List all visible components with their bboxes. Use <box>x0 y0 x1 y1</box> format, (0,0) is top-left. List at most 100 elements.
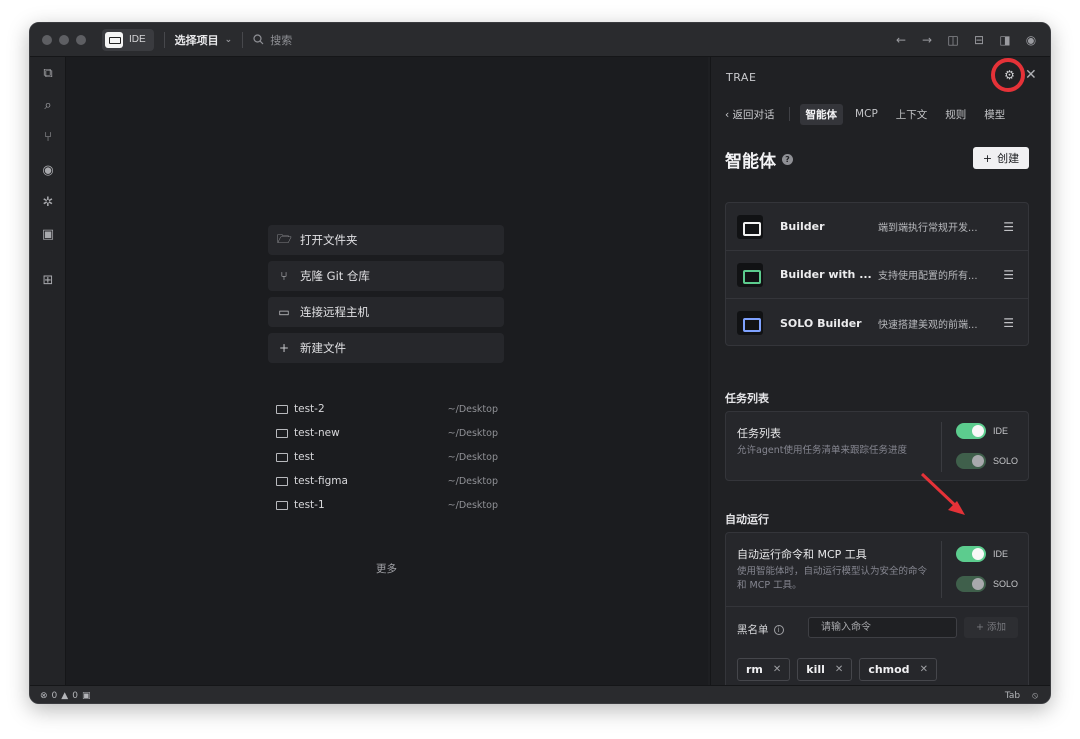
folder-icon <box>276 500 288 510</box>
more-projects-link[interactable]: 更多 <box>376 561 397 576</box>
recent-project[interactable]: test-1 ~/Desktop <box>276 499 498 511</box>
explorer-icon[interactable]: ⧉ <box>39 65 57 83</box>
project-selector[interactable]: 选择项目 ⌄ <box>175 32 233 48</box>
back-label: 返回对话 <box>732 108 775 121</box>
recent-project-name: test-1 <box>294 499 325 511</box>
close-window-button[interactable] <box>42 34 52 45</box>
chevron-down-icon: ⌄ <box>224 34 233 45</box>
open-folder-label: 打开文件夹 <box>300 233 358 247</box>
mode-switch-ide[interactable]: IDE <box>102 28 154 51</box>
new-file-button[interactable]: + 新建文件 <box>268 333 504 363</box>
agent-item[interactable]: SOLO Builder 快速搭建美观的前端... ☰ <box>726 299 1028 347</box>
recent-project[interactable]: test-new ~/Desktop <box>276 427 498 439</box>
recent-project[interactable]: test ~/Desktop <box>276 451 498 463</box>
remote-terminal-icon: ▭ <box>278 305 290 319</box>
folder-icon <box>276 404 288 414</box>
tasklist-ide-toggle[interactable] <box>956 423 986 439</box>
activity-bar: ⧉ ⌕ ⑂ ◉ ✲ ▣ ⊞ <box>30 57 66 685</box>
tab-mcp[interactable]: MCP <box>849 105 884 123</box>
blacklist-row: 黑名单 i 请输入命令 + 添加 rm ✕ kill ✕ chmod ✕ <box>726 606 1028 691</box>
gear-icon[interactable]: ⚙ <box>1003 69 1016 82</box>
forward-arrow-icon[interactable]: → <box>920 33 934 47</box>
back-arrow-icon[interactable]: ← <box>894 33 908 47</box>
search-icon <box>253 34 264 45</box>
search-box[interactable]: 搜索 <box>253 32 292 48</box>
clone-git-label: 克隆 Git 仓库 <box>300 269 370 283</box>
tab-agents[interactable]: 智能体 <box>799 103 844 125</box>
debug-bug-icon[interactable]: ✲ <box>39 194 57 212</box>
preview-eye-icon[interactable]: ◉ <box>39 162 57 180</box>
minimize-window-button[interactable] <box>59 34 69 45</box>
close-icon[interactable]: ✕ <box>1025 67 1037 83</box>
toggle-panel-icon[interactable]: ⊟ <box>972 33 986 47</box>
connect-remote-label: 连接远程主机 <box>300 305 369 319</box>
autorun-title: 自动运行命令和 MCP 工具 <box>737 548 867 561</box>
title-divider <box>163 31 165 48</box>
recent-project[interactable]: test-2 ~/Desktop <box>276 403 498 415</box>
tab-rules[interactable]: 规则 <box>939 104 972 125</box>
remove-chip-icon[interactable]: ✕ <box>773 664 781 675</box>
toggle-sidebar-icon[interactable]: ◫ <box>946 33 960 47</box>
source-control-icon[interactable]: ⑂ <box>39 129 57 147</box>
back-to-chat-link[interactable]: ‹ 返回对话 <box>725 107 775 122</box>
list-menu-icon[interactable]: ☰ <box>1003 268 1014 282</box>
connect-remote-button[interactable]: ▭ 连接远程主机 <box>268 297 504 327</box>
create-agent-button[interactable]: + 创建 <box>973 147 1029 169</box>
blacklist-input[interactable]: 请输入命令 <box>808 617 957 638</box>
help-icon[interactable]: ? <box>782 154 793 165</box>
open-folder-button[interactable]: 🗁 打开文件夹 <box>268 225 504 255</box>
title-bar: IDE 选择项目 ⌄ 搜索 ← → ◫ ⊟ ◨ ◉ <box>30 23 1050 57</box>
account-icon[interactable]: ◉ <box>1024 33 1038 47</box>
tab-models[interactable]: 模型 <box>978 104 1011 125</box>
notifications-off-icon[interactable]: ⦸ <box>1032 691 1038 701</box>
git-branch-icon: ⑂ <box>280 269 288 283</box>
tasklist-title: 任务列表 <box>737 427 781 440</box>
remote-explorer-icon[interactable]: ▣ <box>39 226 57 244</box>
recent-project[interactable]: test-figma ~/Desktop <box>276 475 498 487</box>
agents-heading: 智能体 ? <box>725 147 793 172</box>
terminal-icon[interactable]: ▣ <box>82 691 91 701</box>
chip-label: kill <box>806 663 825 676</box>
recent-project-path: ~/Desktop <box>447 451 498 463</box>
mode-label: IDE <box>129 34 146 45</box>
add-blacklist-button[interactable]: + 添加 <box>964 617 1018 638</box>
list-menu-icon[interactable]: ☰ <box>1003 220 1014 234</box>
chip-label: chmod <box>868 663 910 676</box>
blacklist-label-text: 黑名单 <box>737 624 769 636</box>
info-icon[interactable]: i <box>773 624 784 635</box>
clone-git-button[interactable]: ⑂ 克隆 Git 仓库 <box>268 261 504 291</box>
recent-project-path: ~/Desktop <box>447 499 498 511</box>
toggle-label: SOLO <box>993 456 1019 466</box>
recent-project-name: test-figma <box>294 475 348 487</box>
editor-welcome: 🗁 打开文件夹 ⑂ 克隆 Git 仓库 ▭ 连接远程主机 + 新建文件 test… <box>66 57 708 685</box>
folder-icon <box>276 428 288 438</box>
list-menu-icon[interactable]: ☰ <box>1003 316 1014 330</box>
window-controls <box>42 34 86 45</box>
agents-heading-label: 智能体 <box>725 152 776 172</box>
tab-indicator[interactable]: Tab <box>1005 691 1020 701</box>
toggle-right-panel-icon[interactable]: ◨ <box>998 33 1012 47</box>
autorun-solo-toggle[interactable] <box>956 576 986 592</box>
extensions-icon[interactable]: ⊞ <box>39 272 57 290</box>
new-file-label: 新建文件 <box>300 341 346 355</box>
panel-title: TRAE <box>726 71 757 84</box>
autorun-ide-toggle[interactable] <box>956 546 986 562</box>
recent-project-name: test <box>294 451 315 463</box>
remove-chip-icon[interactable]: ✕ <box>920 664 928 675</box>
autorun-card: 自动运行命令和 MCP 工具 使用智能体时，自动运行模型认为安全的命令和 MCP… <box>725 532 1029 692</box>
agent-desc: 快速搭建美观的前端... <box>878 319 978 331</box>
tab-context[interactable]: 上下文 <box>890 104 934 125</box>
agent-item[interactable]: Builder with ... 支持使用配置的所有... ☰ <box>726 251 1028 299</box>
blacklist-chip: rm ✕ <box>737 658 791 681</box>
title-bar-actions: ← → ◫ ⊟ ◨ ◉ <box>894 33 1038 47</box>
maximize-window-button[interactable] <box>76 34 86 45</box>
agent-item[interactable]: Builder 端到端执行常规开发... ☰ <box>726 203 1028 251</box>
ide-window: IDE 选择项目 ⌄ 搜索 ← → ◫ ⊟ ◨ ◉ ⧉ ⌕ ⑂ ◉ ✲ ▣ ⊞ <box>29 22 1051 704</box>
problems-indicator[interactable]: ⊗ 0 ▲ 0 ▣ <box>40 691 90 701</box>
error-count: 0 <box>51 690 58 701</box>
tasklist-solo-toggle[interactable] <box>956 453 986 469</box>
remove-chip-icon[interactable]: ✕ <box>835 664 843 675</box>
search-files-icon[interactable]: ⌕ <box>39 97 57 115</box>
agent-icon <box>737 262 763 287</box>
warning-count: 0 <box>72 690 78 701</box>
